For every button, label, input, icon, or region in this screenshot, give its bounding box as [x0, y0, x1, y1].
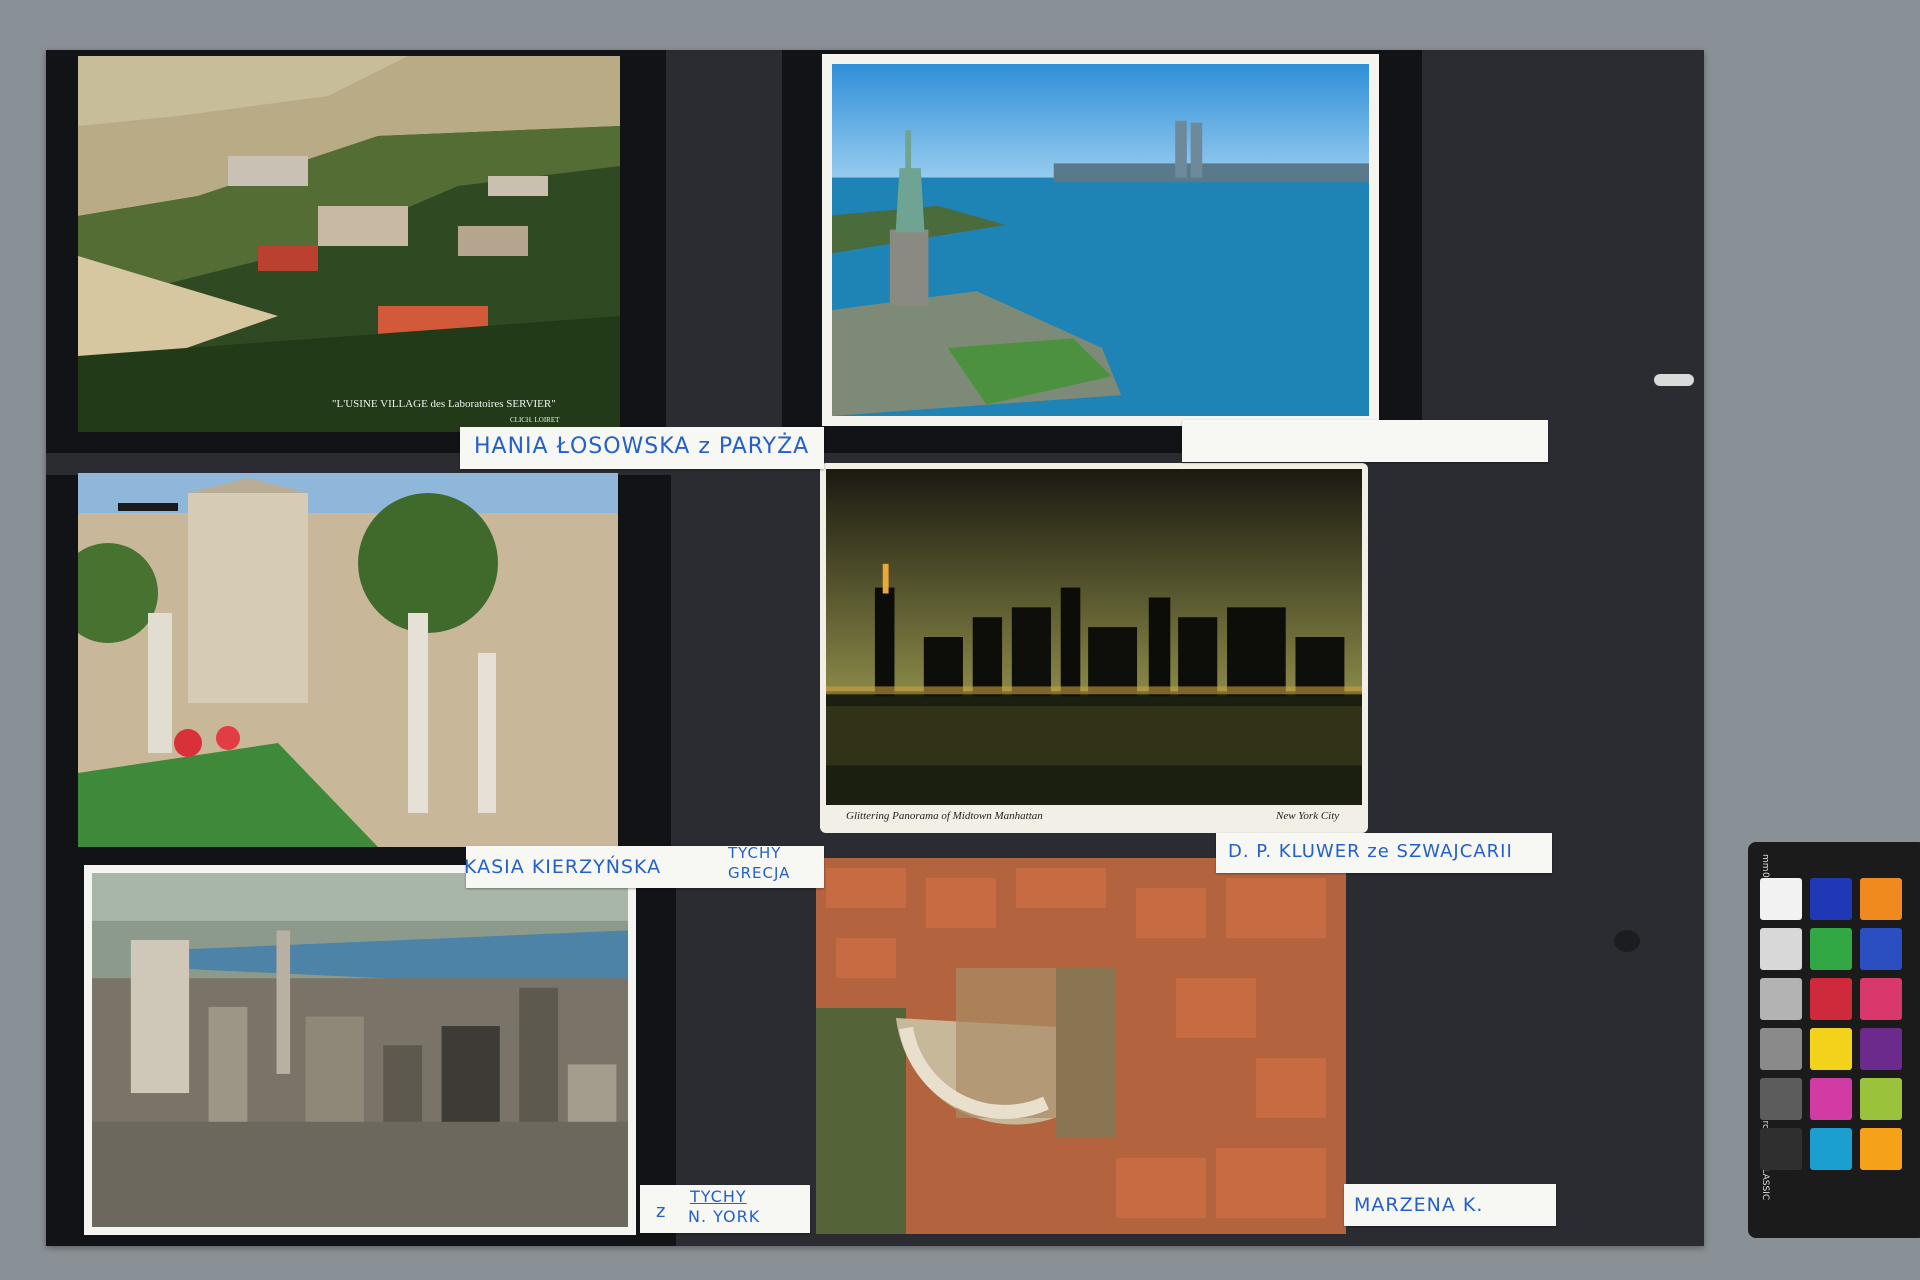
checker-ruler-unit: mm: [1760, 854, 1770, 872]
label-5-line1: TYCHY: [690, 1187, 747, 1206]
color-patch: [1810, 1078, 1852, 1120]
postcard-tower-of-the-winds: [78, 473, 618, 847]
label-4-text: D. P. KLUWER ze SZWAJCARII: [1228, 841, 1513, 862]
label-6-text: MARZENA K.: [1354, 1194, 1484, 1216]
servier-credit: CLICH. LOIRET: [510, 416, 560, 424]
athens-ruins-photo: [78, 473, 618, 847]
binder-hole-lower: [1614, 930, 1640, 952]
color-patch: [1760, 878, 1802, 920]
color-patch: [1860, 878, 1902, 920]
label-5-line2: N. YORK: [688, 1207, 761, 1226]
color-patch: [1760, 928, 1802, 970]
label-strip-1: HANIA ŁOSOWSKA z PARYŻA: [460, 427, 824, 469]
label-strip-4: D. P. KLUWER ze SZWAJCARII: [1216, 833, 1552, 873]
color-patch: [1810, 928, 1852, 970]
label-strip-6: MARZENA K.: [1344, 1184, 1556, 1226]
label-3-line2: GRECJA: [728, 864, 791, 882]
album-page: "L'USINE VILLAGE des Laboratoires SERVIE…: [46, 50, 1704, 1246]
postcard-manhattan-aerial: [84, 865, 636, 1235]
color-patch: [1860, 1078, 1902, 1120]
color-patch: [1860, 1028, 1902, 1070]
color-patch: [1810, 1028, 1852, 1070]
postcard-servier-aerial: "L'USINE VILLAGE des Laboratoires SERVIE…: [78, 56, 620, 432]
color-patch: [1860, 928, 1902, 970]
roman-theatre-photo: [816, 858, 1346, 1234]
manhattan-night-photo: [826, 469, 1362, 805]
manhattan-caption-right: New York City: [1276, 810, 1340, 822]
servier-caption: "L'USINE VILLAGE des Laboratoires SERVIE…: [332, 398, 556, 410]
label-1-text: HANIA ŁOSOWSKA z PARYŻA: [474, 434, 810, 459]
liberty-photo: [832, 64, 1369, 416]
label-strip-5: z TYCHY N. YORK: [640, 1185, 810, 1233]
color-checker-card: mm 02/22 colorchecker CLASSIC: [1748, 842, 1920, 1238]
color-patch: [1810, 978, 1852, 1020]
color-patch: [1860, 978, 1902, 1020]
color-patch: [1860, 1128, 1902, 1170]
color-patch: [1810, 1128, 1852, 1170]
color-patch: [1760, 1028, 1802, 1070]
color-patch: [1810, 878, 1852, 920]
manhattan-aerial-photo: [92, 873, 628, 1227]
binder-hole-upper: [1654, 374, 1694, 386]
postcard-statue-of-liberty: [822, 54, 1379, 426]
color-patch: [1760, 1078, 1802, 1120]
color-patch: [1760, 978, 1802, 1020]
label-5-z: z: [656, 1201, 667, 1222]
servier-aerial-photo: [78, 56, 620, 432]
label-strip-2: [1182, 420, 1548, 462]
manhattan-caption-left: Glittering Panorama of Midtown Manhattan: [846, 810, 1043, 822]
label-3-line1: TYCHY: [728, 844, 782, 862]
label-3-text: KASIA KIERZYŃSKA: [464, 856, 662, 878]
color-patch: [1760, 1128, 1802, 1170]
postcard-roman-theatre-aerial: [816, 858, 1346, 1234]
label-strip-3: KASIA KIERZYŃSKA TYCHY GRECJA: [464, 844, 824, 888]
postcard-manhattan-night: Glittering Panorama of Midtown Manhattan…: [820, 463, 1368, 833]
